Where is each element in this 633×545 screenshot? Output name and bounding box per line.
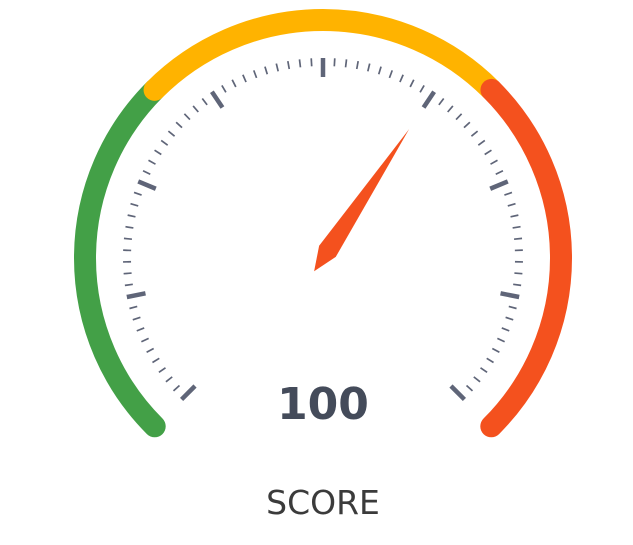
gauge-minor-tick <box>486 357 494 364</box>
gauge-major-tick <box>210 90 225 109</box>
gauge-minor-tick <box>490 159 498 165</box>
gauge-minor-tick <box>505 316 514 321</box>
gauge-major-tick <box>449 384 467 402</box>
gauge-major-tick <box>489 179 509 191</box>
gauge-minor-tick <box>124 283 133 287</box>
gauge-minor-tick <box>287 60 291 70</box>
gauge-minor-tick <box>298 59 302 68</box>
gauge-minor-tick <box>242 74 247 83</box>
gauge-minor-tick <box>231 79 237 88</box>
gauge-minor-tick <box>480 367 488 374</box>
gauge-minor-tick <box>507 202 516 207</box>
gauge-value: 100 <box>277 379 369 430</box>
gauge-minor-tick <box>123 272 132 275</box>
gauge-minor-tick <box>377 66 382 75</box>
gauge-minor-tick <box>514 272 523 275</box>
gauge-minor-tick <box>160 139 169 146</box>
gauge-minor-tick <box>465 384 474 392</box>
gauge-minor-tick <box>409 79 415 88</box>
gauge-major-tick <box>500 291 520 300</box>
gauge-minor-tick <box>252 70 258 79</box>
gauge-minor-tick <box>366 63 371 72</box>
gauge-needle <box>314 129 410 272</box>
gauge-minor-tick <box>192 105 199 113</box>
gauge-ticks <box>123 58 523 402</box>
gauge-minor-tick <box>399 74 404 83</box>
gauge-minor-tick <box>133 191 142 196</box>
gauge-band-0 <box>74 78 166 438</box>
gauge-minor-tick <box>130 202 139 207</box>
gauge-minor-tick <box>491 347 500 354</box>
gauge-minor-tick <box>513 237 523 241</box>
gauge-minor-tick <box>508 305 517 310</box>
gauge-minor-tick <box>344 59 348 68</box>
gauge-minor-tick <box>355 60 359 70</box>
gauge-minor-tick <box>183 113 191 121</box>
gauge-minor-tick <box>125 225 134 229</box>
gauge-minor-tick <box>388 70 394 79</box>
gauge-minor-tick <box>419 85 425 93</box>
gauge-minor-tick <box>495 169 504 175</box>
gauge-minor-tick <box>154 149 162 156</box>
gauge-minor-tick <box>501 327 510 332</box>
gauge-minor-tick <box>141 337 149 343</box>
gauge-minor-tick <box>504 191 513 196</box>
gauge-label: SCORE <box>266 483 380 522</box>
gauge-bands <box>74 9 572 438</box>
gauge-minor-tick <box>132 316 141 321</box>
gauge-minor-tick <box>146 347 155 354</box>
gauge-minor-tick <box>510 214 519 218</box>
gauge-needle-group <box>314 129 410 272</box>
gauge-minor-tick <box>455 113 463 121</box>
score-gauge: 100 SCORE <box>74 9 572 522</box>
gauge-band-2 <box>480 78 572 438</box>
gauge-minor-tick <box>463 121 471 129</box>
gauge-minor-tick <box>512 225 521 229</box>
gauge-minor-tick <box>447 105 454 113</box>
gauge-major-tick <box>126 291 146 300</box>
gauge-minor-tick <box>127 214 136 218</box>
gauge-minor-tick <box>136 327 145 332</box>
gauge-minor-tick <box>165 376 173 383</box>
gauge-minor-tick <box>129 305 138 310</box>
gauge-band-1 <box>143 9 503 101</box>
gauge-minor-tick <box>152 357 160 364</box>
gauge-minor-tick <box>497 337 505 343</box>
gauge-major-tick <box>421 90 436 109</box>
gauge-minor-tick <box>221 85 227 93</box>
gauge-minor-tick <box>473 376 481 383</box>
gauge-minor-tick <box>470 130 479 137</box>
gauge-minor-tick <box>201 98 208 106</box>
gauge-minor-tick <box>172 384 181 392</box>
gauge-minor-tick <box>484 149 492 156</box>
gauge-minor-tick <box>123 237 133 241</box>
gauge-minor-tick <box>438 98 445 106</box>
gauge-minor-tick <box>158 367 166 374</box>
gauge-major-tick <box>179 384 197 402</box>
gauge-minor-tick <box>513 283 522 287</box>
gauge-minor-tick <box>142 169 151 175</box>
gauge-minor-tick <box>175 121 183 129</box>
gauge-major-tick <box>137 179 157 191</box>
gauge-minor-tick <box>148 159 156 165</box>
gauge-minor-tick <box>264 66 269 75</box>
gauge-minor-tick <box>167 130 176 137</box>
gauge-minor-tick <box>275 63 280 72</box>
gauge-minor-tick <box>477 139 486 146</box>
